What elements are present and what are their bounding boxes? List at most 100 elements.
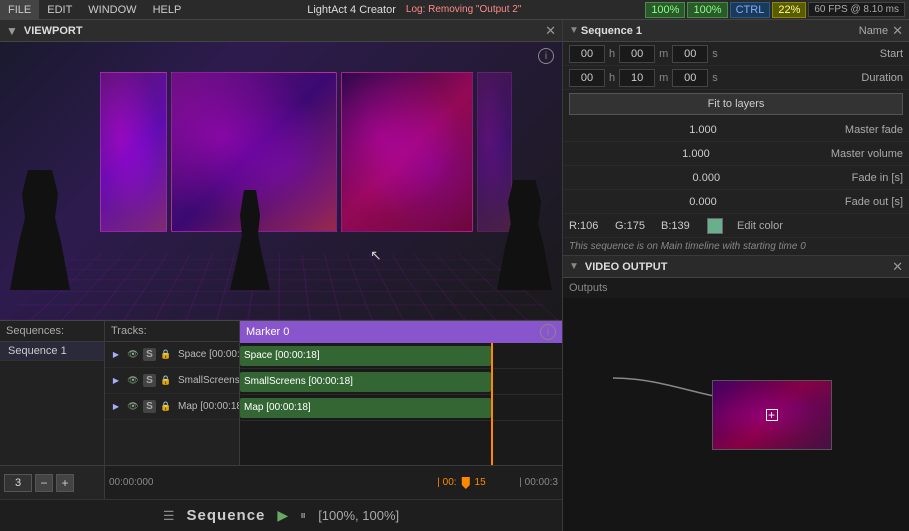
properties-header: ▼ Sequence 1 Name ✕ [563, 20, 909, 42]
viewport-collapse-icon[interactable]: ▼ [6, 24, 18, 38]
track-eye-3[interactable]: 👁 [126, 400, 140, 414]
silhouette-left [10, 170, 70, 290]
sequence-note: This sequence is on Main timeline with s… [563, 238, 909, 255]
viewport-canvas[interactable]: i ↖ [0, 42, 562, 320]
stat-ctrl[interactable]: CTRL [730, 2, 771, 18]
timeline-clip-space[interactable]: Space [00:00:18] [240, 346, 491, 366]
menu-window[interactable]: WINDOW [80, 0, 144, 19]
ruler-time-playhead: | 00: [437, 477, 456, 488]
track-play-1[interactable]: ▶ [109, 348, 123, 362]
track-lock-2[interactable]: 🔒 [159, 374, 173, 388]
marker-info-icon[interactable]: i [540, 324, 556, 340]
duration-h-field[interactable]: 00 [569, 69, 605, 87]
color-swatch[interactable] [707, 218, 723, 234]
fade-in-row: 0.000 Fade in [s] [563, 166, 909, 190]
play-button[interactable]: ▶ [277, 507, 288, 524]
properties-close-button[interactable]: ✕ [892, 23, 903, 39]
timeline-top: Sequences: Sequence 1 Tracks: ▶ 👁 S 🔒 Sp… [0, 321, 562, 465]
start-h-unit: h [609, 48, 615, 60]
master-volume-value[interactable]: 1.000 [569, 148, 823, 160]
stat-fps: 60 FPS @ 8.10 ms [808, 2, 905, 17]
track-count-box[interactable]: 3 [4, 474, 32, 492]
track-eye-2[interactable]: 👁 [126, 374, 140, 388]
floor-grid [0, 254, 562, 320]
hamburger-icon[interactable]: ☰ [163, 508, 175, 524]
track-play-3[interactable]: ▶ [109, 400, 123, 414]
timeline-content[interactable]: Marker 0 i Space [00:00:18] SmallScre [240, 321, 562, 465]
playhead [491, 343, 493, 465]
timeline-clip-small[interactable]: SmallScreens [00:00:18] [240, 372, 491, 392]
screen-right [477, 72, 512, 232]
vo-crosshair-icon [766, 409, 778, 421]
stat-zoom1[interactable]: 100% [645, 2, 685, 18]
fade-out-row: 0.000 Fade out [s] [563, 190, 909, 214]
tracks-panel: Tracks: ▶ 👁 S 🔒 Space [00:00:18] ▶ 👁 S 🔒 [105, 321, 240, 465]
viewport-title: VIEWPORT [24, 25, 83, 37]
playhead-marker-icon [459, 477, 473, 489]
properties-panel: ▼ Sequence 1 Name ✕ 00 h 00 m 00 s Start… [563, 20, 909, 256]
stat-zoom2[interactable]: 100% [687, 2, 727, 18]
track-solo-2[interactable]: S [143, 374, 156, 387]
viewport-close-button[interactable]: ✕ [545, 23, 556, 39]
sequence-item[interactable]: Sequence 1 [0, 342, 104, 361]
duration-m-field[interactable]: 10 [619, 69, 655, 87]
pause-button[interactable]: ⏸ [300, 508, 306, 523]
transport-bar: ☰ Sequence ▶ ⏸ [100%, 100%] [0, 499, 562, 531]
track-label-3: Map [00:00:18] [178, 401, 239, 412]
color-g: G:175 [615, 220, 655, 232]
track-row-3: ▶ 👁 S 🔒 Map [00:00:18] [105, 394, 239, 420]
main-area: ▼ VIEWPORT ✕ i ↖ [0, 20, 909, 531]
start-row: 00 h 00 m 00 s Start [563, 42, 909, 66]
color-row: R:106 G:175 B:139 Edit color [563, 214, 909, 238]
vo-outputs-label: Outputs [563, 278, 909, 298]
menu-edit[interactable]: EDIT [39, 0, 80, 19]
properties-title: Sequence 1 [581, 25, 859, 37]
menu-help[interactable]: HELP [145, 0, 190, 19]
track-eye-1[interactable]: 👁 [126, 348, 140, 362]
vo-canvas[interactable] [563, 298, 909, 531]
duration-h-unit: h [609, 72, 615, 84]
timeline-tracks-area[interactable]: Space [00:00:18] SmallScreens [00:00:18]… [240, 343, 562, 465]
viewport-header: ▼ VIEWPORT ✕ [0, 20, 562, 42]
fade-in-value[interactable]: 0.000 [569, 172, 844, 184]
start-m-field[interactable]: 00 [619, 45, 655, 63]
track-lock-1[interactable]: 🔒 [159, 348, 173, 362]
track-row-1: ▶ 👁 S 🔒 Space [00:00:18] [105, 342, 239, 368]
track-solo-3[interactable]: S [143, 400, 156, 413]
fit-to-layers-button[interactable]: Fit to layers [569, 93, 903, 115]
duration-s-field[interactable]: 00 [672, 69, 708, 87]
fade-out-label: Fade out [s] [845, 196, 903, 208]
start-h-field[interactable]: 00 [569, 45, 605, 63]
timeline-track-3[interactable]: Map [00:00:18] [240, 395, 562, 421]
vo-output-thumbnail[interactable] [712, 380, 832, 450]
track-play-2[interactable]: ▶ [109, 374, 123, 388]
video-output-panel: ▼ VIDEO OUTPUT ✕ Outputs [563, 256, 909, 531]
log-text: Log: Removing "Output 2" [406, 4, 522, 15]
timeline-track-2[interactable]: SmallScreens [00:00:18] [240, 369, 562, 395]
master-fade-value[interactable]: 1.000 [569, 124, 837, 136]
sequences-panel: Sequences: Sequence 1 [0, 321, 105, 465]
master-fade-row: 1.000 Master fade [563, 118, 909, 142]
app-title-area: LightAct 4 Creator Log: Removing "Output… [189, 4, 645, 16]
vo-collapse-icon[interactable]: ▼ [569, 261, 579, 272]
viewport-info-icon[interactable]: i [538, 48, 554, 64]
sequences-header: Sequences: [0, 321, 104, 342]
properties-name-label: Name [859, 25, 888, 37]
start-m-unit: m [659, 48, 668, 60]
properties-collapse-icon[interactable]: ▼ [569, 25, 579, 36]
track-plus-button[interactable]: + [56, 474, 74, 492]
fade-out-value[interactable]: 0.000 [569, 196, 837, 208]
timeline-bottom-bar: 3 − + 00:00:000 | 00: 15 | 00:00:3 [0, 465, 562, 499]
track-lock-3[interactable]: 🔒 [159, 400, 173, 414]
left-column: ▼ VIEWPORT ✕ i ↖ [0, 20, 562, 531]
timeline-marker-bar[interactable]: Marker 0 i [240, 321, 562, 343]
timeline-track-1[interactable]: Space [00:00:18] [240, 343, 562, 369]
timeline-ruler[interactable]: 00:00:000 | 00: 15 | 00:00:3 [105, 466, 562, 499]
timeline-clip-map[interactable]: Map [00:00:18] [240, 398, 491, 418]
menu-file[interactable]: FILE [0, 0, 39, 19]
start-s-field[interactable]: 00 [672, 45, 708, 63]
track-row-2: ▶ 👁 S 🔒 SmallScreens [00:00:18] [105, 368, 239, 394]
track-minus-button[interactable]: − [35, 474, 53, 492]
track-solo-1[interactable]: S [143, 348, 156, 361]
vo-close-button[interactable]: ✕ [892, 259, 903, 275]
